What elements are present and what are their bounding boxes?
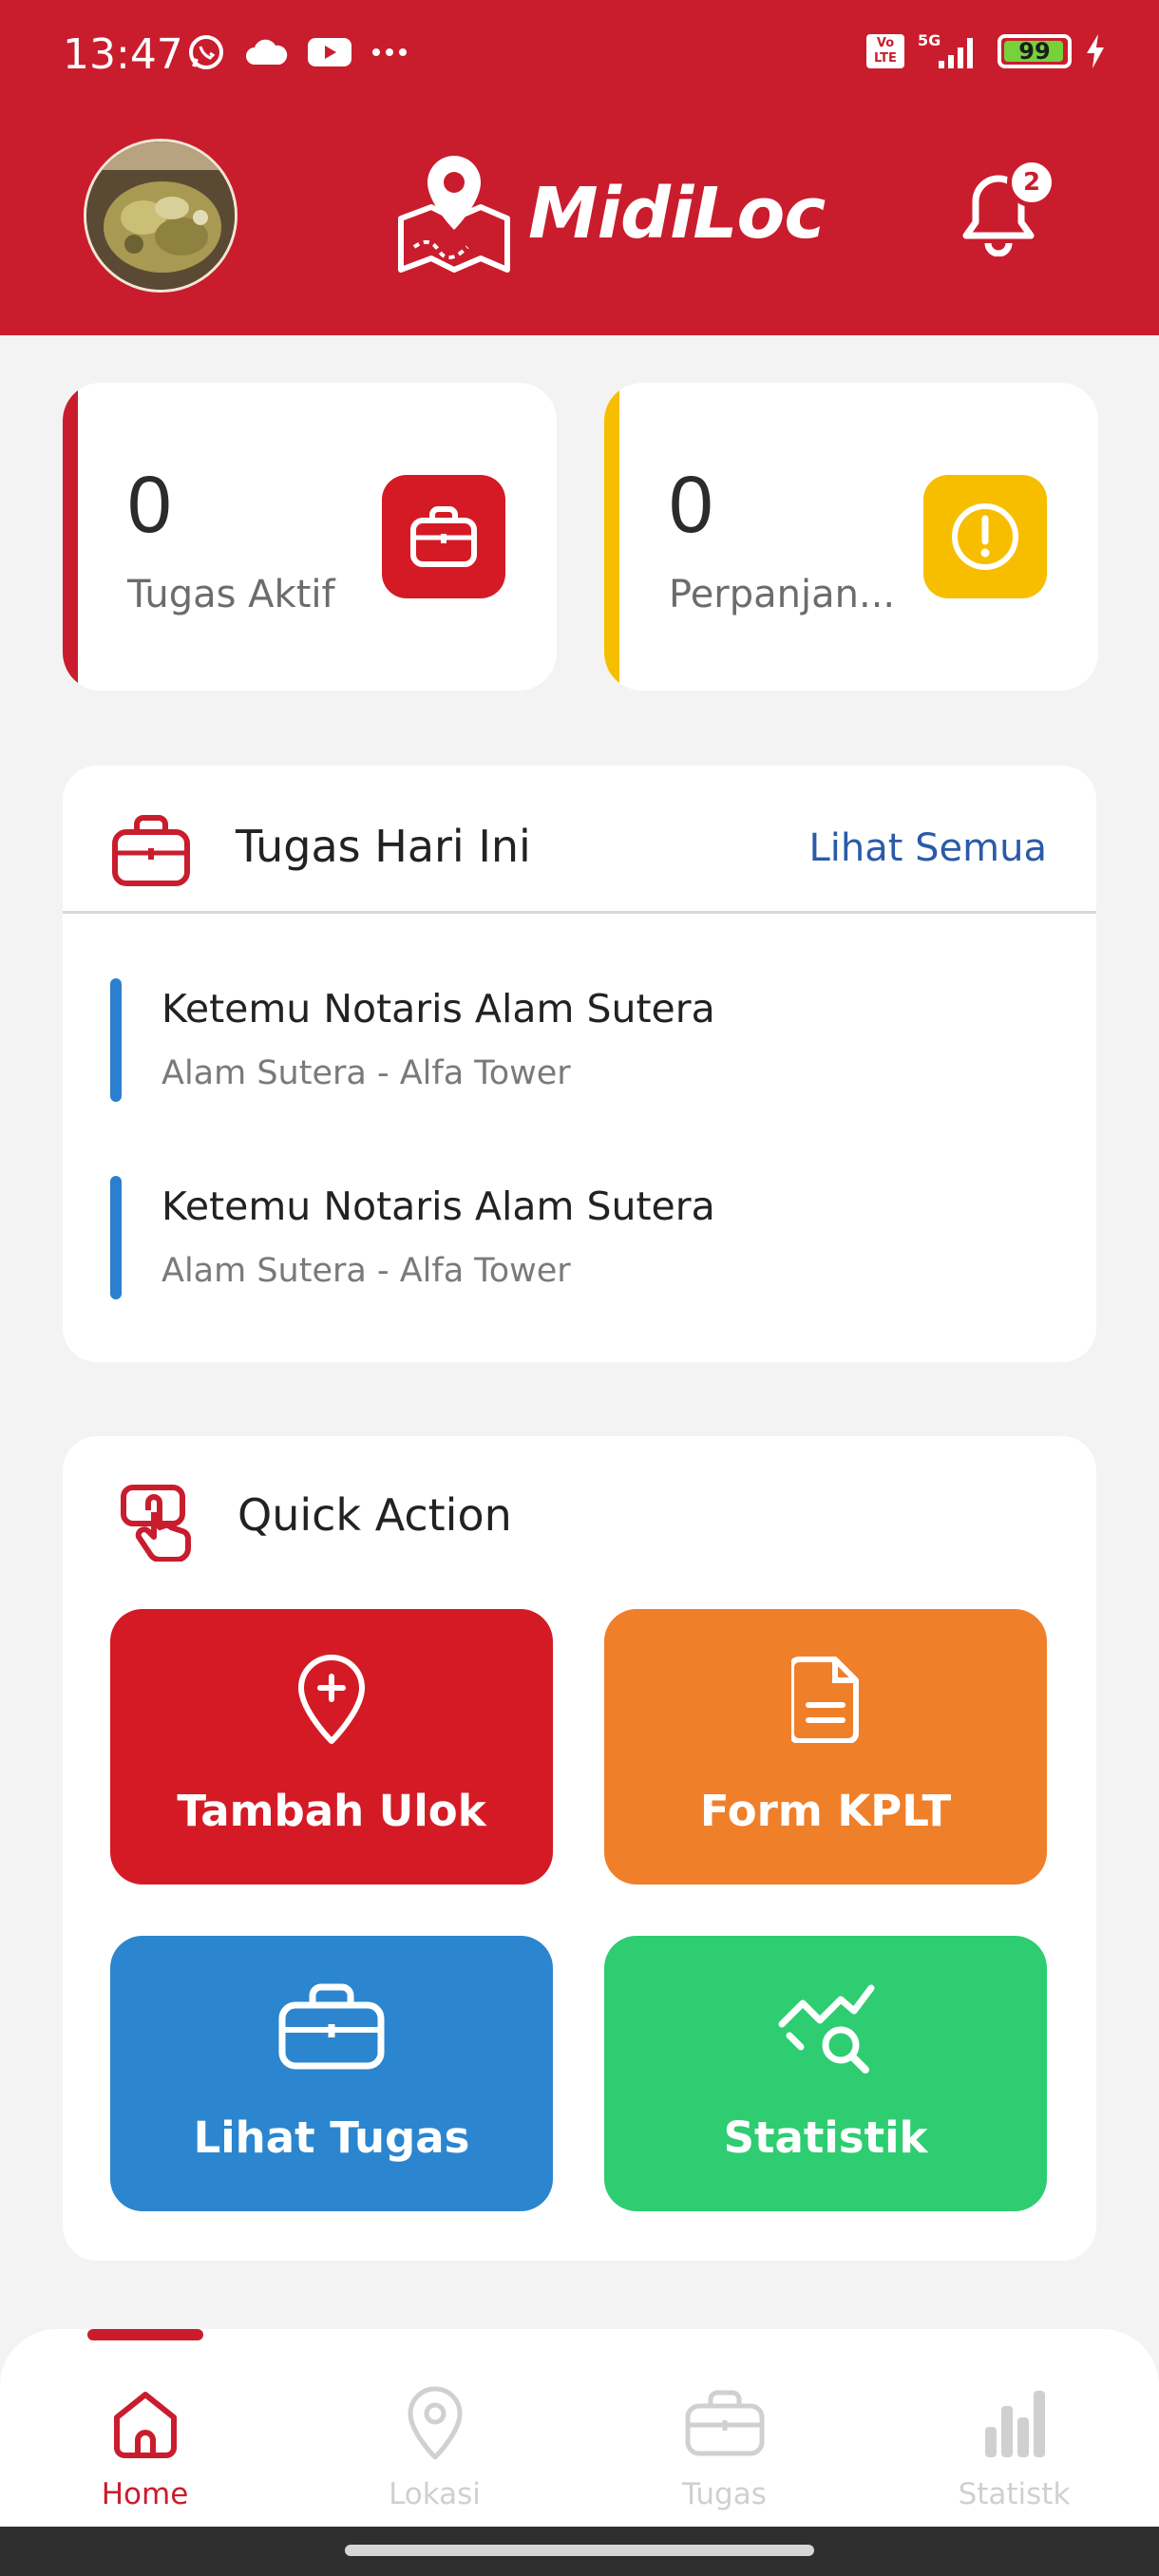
cloud-icon (246, 39, 288, 65)
task-location: Alam Sutera - Alfa Tower (162, 1054, 571, 1092)
nav-item-home[interactable]: Home (0, 2329, 290, 2527)
task-location: Alam Sutera - Alfa Tower (162, 1252, 571, 1290)
nav-item-location[interactable]: Lokasi (290, 2329, 580, 2527)
tap-hand-icon (121, 1485, 191, 1562)
task-indicator (110, 978, 122, 1102)
whatsapp-icon (189, 35, 223, 69)
location-icon (408, 2386, 462, 2460)
briefcase-icon (685, 2390, 764, 2456)
stat-label: Perpanjan... (669, 573, 896, 616)
more-icon (372, 48, 407, 56)
svg-text:5G: 5G (918, 32, 940, 49)
battery-icon: 99 (998, 34, 1072, 68)
nav-item-tasks[interactable]: Tugas (580, 2329, 869, 2527)
task-indicator (110, 1176, 122, 1299)
stat-value: 0 (669, 460, 713, 549)
statistics-button[interactable]: Statistik (604, 1936, 1047, 2211)
alert-icon (923, 475, 1047, 598)
avatar[interactable] (84, 139, 238, 293)
chart-search-icon (778, 1984, 875, 2074)
nav-label: Home (101, 2477, 189, 2511)
nav-label: Tugas (682, 2477, 767, 2511)
nav-item-statistics[interactable]: Statistk (869, 2329, 1159, 2527)
see-all-link[interactable]: Lihat Semua (809, 826, 1048, 870)
charging-icon (1087, 34, 1104, 68)
briefcase-icon (382, 475, 505, 598)
button-label: Form KPLT (699, 1786, 952, 1836)
app-logo: MidiLoc (393, 152, 826, 275)
section-title: Quick Action (238, 1489, 512, 1541)
notification-badge: 2 (1007, 158, 1056, 207)
view-tasks-button[interactable]: Lihat Tugas (110, 1936, 553, 2211)
task-item[interactable]: Ketemu Notaris Alam Sutera Alam Sutera -… (110, 1176, 1022, 1299)
briefcase-icon (278, 1983, 385, 2070)
button-label: Statistik (723, 2112, 928, 2163)
document-icon (791, 1657, 859, 1743)
task-item[interactable]: Ketemu Notaris Alam Sutera Alam Sutera -… (110, 978, 1022, 1102)
app-header: 13:47 Vo LTE 5G 99 MidiLoc 2 (0, 0, 1159, 335)
form-kplt-button[interactable]: Form KPLT (604, 1609, 1047, 1885)
card-accent (604, 383, 619, 691)
section-title: Tugas Hari Ini (236, 821, 531, 872)
task-title: Ketemu Notaris Alam Sutera (162, 1184, 715, 1229)
location-add-icon (298, 1655, 365, 1744)
button-label: Lihat Tugas (193, 2112, 470, 2163)
bar-chart-icon (984, 2391, 1045, 2457)
bottom-navigation: Home Lokasi Tugas Statistk (0, 2329, 1159, 2527)
battery-level: 99 (1018, 38, 1051, 65)
stat-value: 0 (127, 460, 172, 549)
home-gesture-handle[interactable] (345, 2545, 814, 2556)
map-pin-logo-icon (398, 156, 510, 273)
notification-icons (186, 32, 408, 72)
status-bar: 13:47 Vo LTE 5G 99 (0, 0, 1159, 114)
avatar-photo (86, 142, 235, 290)
today-tasks-header: Tugas Hari Ini Lihat Semua (63, 766, 1096, 914)
app-name: MidiLoc (528, 173, 826, 255)
briefcase-icon (112, 815, 190, 886)
system-icons: Vo LTE 5G 99 (866, 32, 1106, 70)
stat-label: Tugas Aktif (127, 573, 335, 616)
status-time: 13:47 (63, 30, 183, 79)
volte-icon: Vo LTE (866, 34, 904, 68)
nav-label: Statistk (958, 2477, 1071, 2511)
today-tasks-card: Tugas Hari Ini Lihat Semua Ketemu Notari… (63, 766, 1096, 1362)
task-title: Ketemu Notaris Alam Sutera (162, 986, 715, 1032)
active-tab-indicator (87, 2329, 203, 2340)
signal-icon: 5G (918, 32, 973, 68)
quick-action-card: Quick Action Tambah Ulok Form KPLT Lihat… (63, 1436, 1096, 2261)
youtube-icon (308, 38, 352, 66)
add-location-button[interactable]: Tambah Ulok (110, 1609, 553, 1885)
stat-card-active-tasks[interactable]: 0 Tugas Aktif (63, 383, 557, 691)
nav-label: Lokasi (389, 2477, 481, 2511)
home-icon (113, 2392, 177, 2458)
button-label: Tambah Ulok (177, 1786, 486, 1836)
card-accent (63, 383, 78, 691)
stat-card-extension[interactable]: 0 Perpanjan... (604, 383, 1098, 691)
